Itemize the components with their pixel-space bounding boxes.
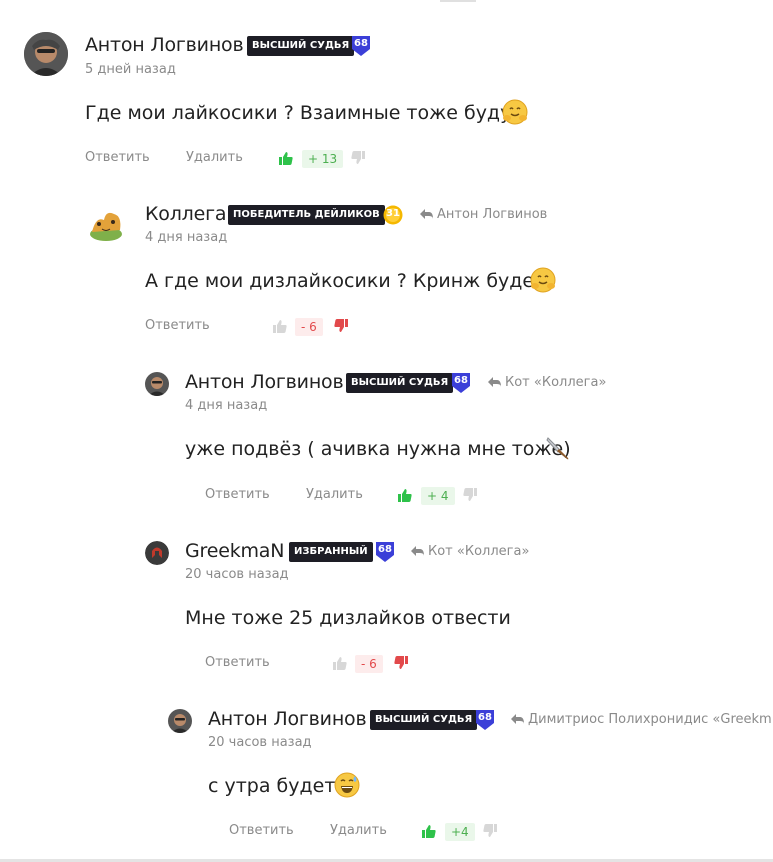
score-badge: +4 [445, 823, 475, 841]
avatar[interactable] [145, 541, 169, 565]
reply-to-name: Антон Логвинов [437, 207, 548, 222]
timestamp[interactable]: 20 часов назад [208, 735, 312, 750]
author-name[interactable]: Антон Логвинов [208, 708, 367, 730]
comment-text: Мне тоже 25 дизлайков отвести [185, 607, 511, 629]
scroll-indicator [440, 0, 476, 2]
timestamp[interactable]: 4 дня назад [185, 398, 267, 413]
rank-badge: ПОБЕДИТЕЛЬ ДЕЙЛИКОВ [228, 205, 385, 225]
level-badge: 31 [383, 205, 403, 225]
level-number: 68 [454, 375, 468, 386]
thumbs-down-icon[interactable] [463, 488, 477, 502]
timestamp[interactable]: 20 часов назад [185, 567, 289, 582]
rank-badge: ВЫСШИЙ СУДЬЯ [346, 373, 454, 393]
reply-to-name: Кот «Коллега» [428, 544, 530, 559]
rank-badge: ВЫСШИЙ СУДЬЯ [370, 710, 478, 730]
knife-emoji [545, 435, 571, 466]
delete-button[interactable]: Удалить [186, 150, 243, 165]
comment-text: Где мои лайкосики ? Взаимные тоже будут [85, 102, 523, 124]
level-number: 68 [478, 712, 492, 723]
avatar[interactable] [145, 372, 169, 396]
reply-button[interactable]: Ответить [205, 655, 270, 670]
avatar[interactable] [86, 204, 126, 244]
avatar[interactable] [168, 709, 192, 733]
reply-to-link[interactable]: Кот «Коллега» [411, 544, 529, 559]
grinning-sweat-emoji [334, 772, 360, 803]
author-name[interactable]: Коллега [145, 203, 227, 225]
thumbs-down-icon[interactable] [483, 824, 497, 838]
reply-arrow-icon [420, 209, 433, 219]
score-badge: + 13 [302, 150, 344, 168]
timestamp[interactable]: 5 дней назад [85, 62, 176, 77]
reply-to-link[interactable]: Кот «Коллега» [488, 375, 606, 390]
delete-button[interactable]: Удалить [330, 823, 387, 838]
reply-button[interactable]: Ответить [205, 487, 270, 502]
level-number: 31 [386, 208, 400, 219]
score-badge: - 6 [355, 655, 383, 673]
reply-arrow-icon [511, 714, 524, 724]
level-badge: 68 [375, 541, 395, 562]
timestamp[interactable]: 4 дня назад [145, 230, 227, 245]
reply-button[interactable]: Ответить [229, 823, 294, 838]
level-number: 68 [378, 544, 392, 555]
hugging-face-emoji [530, 267, 556, 298]
comment-text: уже подвёз ( ачивка нужна мне тоже) [185, 438, 571, 460]
comment-text: А где мои дизлайкосики ? Кринж будет [145, 270, 546, 292]
level-number: 68 [354, 38, 368, 49]
reply-to-link[interactable]: Антон Логвинов [420, 207, 547, 222]
reply-to-link[interactable]: Димитриос Полихронидис «Greekm [511, 712, 773, 727]
thumbs-up-icon[interactable] [273, 319, 287, 333]
comment-text: с утра будет [208, 775, 336, 797]
author-name[interactable]: GreekmaN [185, 540, 284, 562]
reply-to-name: Димитриос Полихронидис «Greekm [528, 712, 772, 727]
score-badge: - 6 [295, 318, 323, 336]
thumbs-up-icon[interactable] [398, 488, 412, 502]
delete-button[interactable]: Удалить [306, 487, 363, 502]
reply-arrow-icon [488, 377, 501, 387]
reply-button[interactable]: Ответить [145, 318, 210, 333]
thumbs-up-icon[interactable] [333, 656, 347, 670]
level-badge: 68 [475, 709, 495, 730]
thumbs-up-icon[interactable] [279, 151, 293, 165]
reply-arrow-icon [411, 546, 424, 556]
thumbs-down-icon[interactable] [334, 319, 348, 333]
level-badge: 68 [451, 372, 471, 393]
author-name[interactable]: Антон Логвинов [85, 34, 244, 56]
rank-badge: ИЗБРАННЫЙ [289, 542, 373, 562]
thumbs-down-icon[interactable] [351, 151, 365, 165]
reply-to-name: Кот «Коллега» [505, 375, 607, 390]
hugging-face-emoji [502, 99, 528, 130]
thumbs-down-icon[interactable] [394, 656, 408, 670]
avatar[interactable] [24, 32, 68, 76]
thumbs-up-icon[interactable] [422, 824, 436, 838]
rank-badge: ВЫСШИЙ СУДЬЯ [247, 36, 355, 56]
score-badge: + 4 [421, 487, 455, 505]
level-badge: 68 [351, 35, 371, 56]
author-name[interactable]: Антон Логвинов [185, 371, 344, 393]
reply-button[interactable]: Ответить [85, 150, 150, 165]
